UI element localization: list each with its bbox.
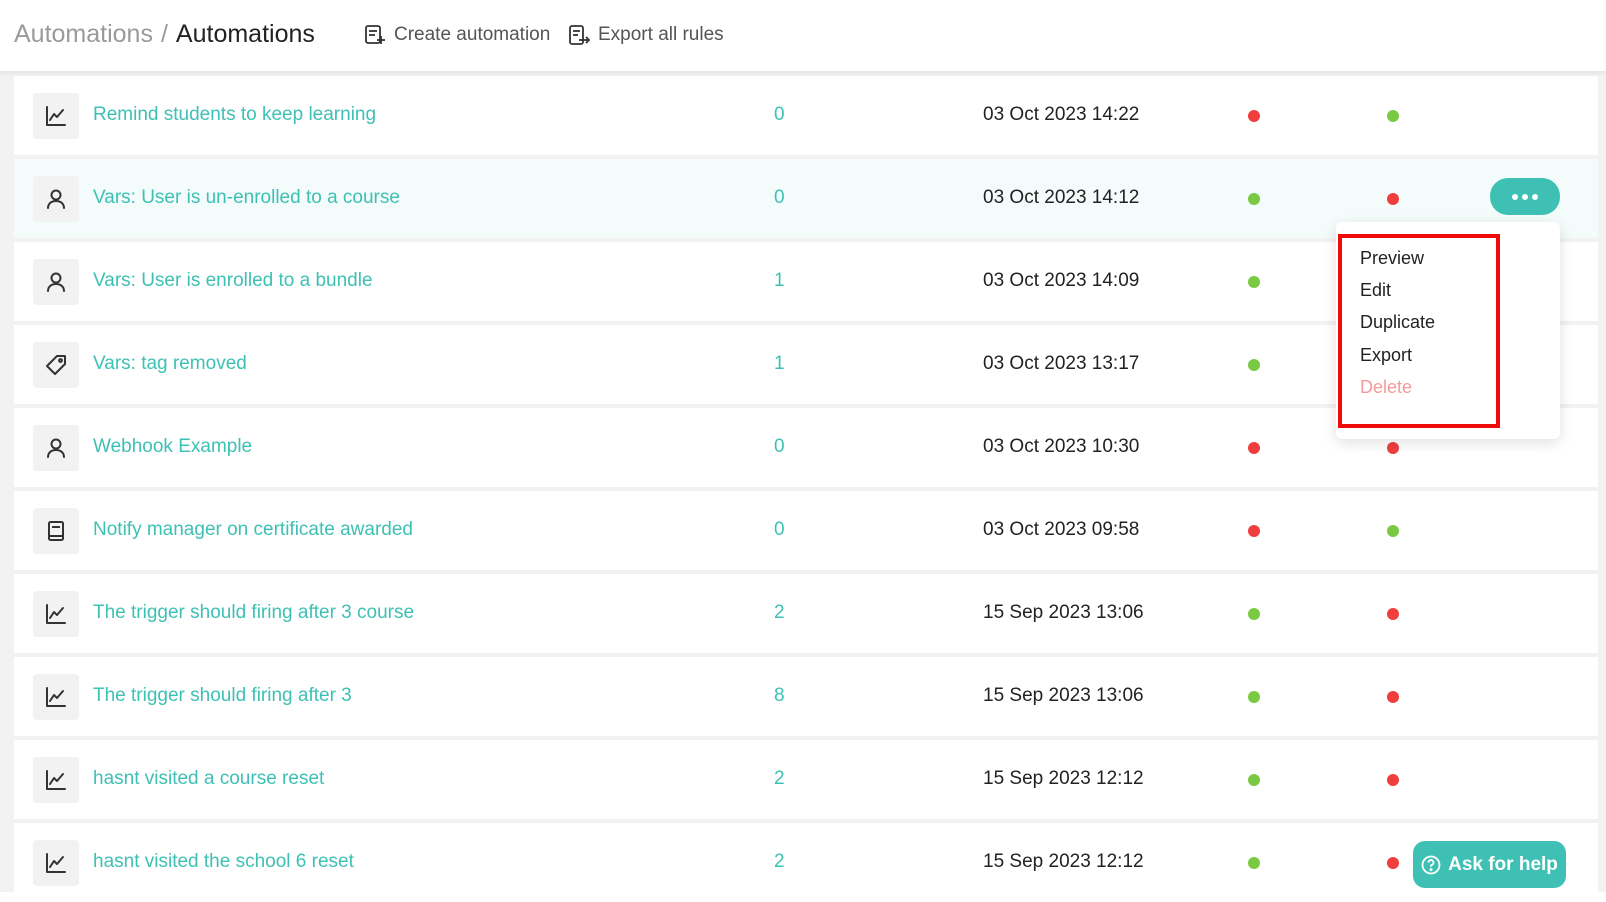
automation-row[interactable]: Remind students to keep learning 0 03 Oc… — [14, 76, 1598, 155]
status-dot-primary — [1248, 442, 1260, 454]
user-icon — [33, 259, 79, 305]
export-document-icon — [569, 25, 590, 45]
automation-date: 03 Oct 2023 14:12 — [983, 187, 1140, 208]
user-icon — [33, 176, 79, 222]
automation-date: 03 Oct 2023 14:09 — [983, 270, 1140, 291]
automation-name[interactable]: Notify manager on certificate awarded — [93, 519, 413, 541]
status-dot-primary — [1248, 359, 1260, 371]
status-dot-secondary — [1387, 110, 1399, 122]
chart-icon — [33, 591, 79, 637]
status-dot-secondary — [1387, 525, 1399, 537]
status-dot-secondary — [1387, 193, 1399, 205]
breadcrumb: Automations / Automations — [14, 20, 315, 49]
ask-for-help-label: Ask for help — [1448, 853, 1558, 875]
automation-date: 15 Sep 2023 13:06 — [983, 602, 1144, 623]
status-dot-primary — [1248, 608, 1260, 620]
automation-name[interactable]: hasnt visited the school 6 reset — [93, 851, 354, 873]
automation-run-count: 2 — [774, 768, 785, 789]
book-icon — [33, 508, 79, 554]
status-dot-secondary — [1387, 608, 1399, 620]
menu-item-duplicate[interactable]: Duplicate — [1360, 312, 1435, 333]
status-dot-secondary — [1387, 691, 1399, 703]
automation-list: Remind students to keep learning 0 03 Oc… — [0, 72, 1606, 902]
menu-item-preview[interactable]: Preview — [1360, 248, 1424, 269]
status-dot-secondary — [1387, 774, 1399, 786]
automation-date: 03 Oct 2023 10:30 — [983, 436, 1140, 457]
automation-name[interactable]: Vars: tag removed — [93, 353, 247, 375]
breadcrumb-separator: / — [160, 20, 168, 48]
automation-row[interactable]: hasnt visited a course reset 2 15 Sep 20… — [14, 740, 1598, 819]
more-actions-button[interactable] — [1490, 178, 1560, 215]
help-question-icon — [1421, 855, 1441, 874]
status-dot-primary — [1248, 774, 1260, 786]
ask-for-help-button[interactable]: Ask for help — [1413, 841, 1566, 888]
automation-run-count: 0 — [774, 104, 785, 125]
automation-row[interactable]: The trigger should firing after 3 8 15 S… — [14, 657, 1598, 736]
status-dot-primary — [1248, 110, 1260, 122]
status-dot-primary — [1248, 276, 1260, 288]
create-document-icon — [365, 25, 385, 44]
automation-row[interactable]: hasnt visited the school 6 reset 2 15 Se… — [14, 823, 1598, 902]
automation-date: 03 Oct 2023 13:17 — [983, 353, 1140, 374]
automation-date: 03 Oct 2023 14:22 — [983, 104, 1140, 125]
chart-icon — [33, 757, 79, 803]
menu-item-export[interactable]: Export — [1360, 345, 1412, 366]
menu-item-delete[interactable]: Delete — [1360, 377, 1412, 398]
more-dot-icon — [1522, 193, 1528, 200]
status-dot-primary — [1248, 691, 1260, 703]
automation-name[interactable]: The trigger should firing after 3 course — [93, 602, 414, 624]
status-dot-secondary — [1387, 442, 1399, 454]
menu-item-edit[interactable]: Edit — [1360, 280, 1391, 301]
automation-run-count: 0 — [774, 187, 785, 208]
status-dot-secondary — [1387, 857, 1399, 869]
top-bar: Automations / Automations Create automat… — [0, 0, 1606, 72]
row-actions-menu: Preview Edit Duplicate Export Delete — [1336, 222, 1560, 439]
automation-date: 15 Sep 2023 12:12 — [983, 851, 1144, 872]
user-icon — [33, 425, 79, 471]
automation-name[interactable]: The trigger should firing after 3 — [93, 685, 352, 707]
automation-row[interactable]: Notify manager on certificate awarded 0 … — [14, 491, 1598, 570]
automation-run-count: 1 — [774, 353, 785, 374]
status-dot-primary — [1248, 193, 1260, 205]
automation-run-count: 2 — [774, 602, 785, 623]
automation-row[interactable]: The trigger should firing after 3 course… — [14, 574, 1598, 653]
more-dot-icon — [1512, 193, 1518, 200]
automation-date: 03 Oct 2023 09:58 — [983, 519, 1140, 540]
export-all-rules-button[interactable]: Export all rules — [568, 24, 724, 46]
page-title: Automations — [175, 20, 315, 48]
chart-icon — [33, 93, 79, 139]
automation-run-count: 0 — [774, 519, 785, 540]
automation-name[interactable]: Vars: User is un-enrolled to a course — [93, 187, 400, 209]
breadcrumb-parent[interactable]: Automations — [14, 20, 153, 49]
automation-run-count: 8 — [774, 685, 785, 706]
status-dot-primary — [1248, 525, 1260, 537]
automation-date: 15 Sep 2023 12:12 — [983, 768, 1144, 789]
automation-name[interactable]: Vars: User is enrolled to a bundle — [93, 270, 373, 292]
tag-icon — [33, 342, 79, 388]
automation-name[interactable]: Remind students to keep learning — [93, 104, 376, 126]
automation-name[interactable]: Webhook Example — [93, 436, 252, 458]
more-dot-icon — [1532, 193, 1538, 200]
status-dot-primary — [1248, 857, 1260, 869]
create-automation-button[interactable]: Create automation — [364, 24, 550, 46]
automation-name[interactable]: hasnt visited a course reset — [93, 768, 324, 790]
create-automation-label: Create automation — [394, 24, 551, 45]
automation-date: 15 Sep 2023 13:06 — [983, 685, 1144, 706]
chart-icon — [33, 674, 79, 720]
chart-icon — [33, 840, 79, 886]
export-all-rules-label: Export all rules — [598, 24, 724, 45]
automation-run-count: 0 — [774, 436, 785, 457]
automation-run-count: 2 — [774, 851, 785, 872]
automation-run-count: 1 — [774, 270, 785, 291]
